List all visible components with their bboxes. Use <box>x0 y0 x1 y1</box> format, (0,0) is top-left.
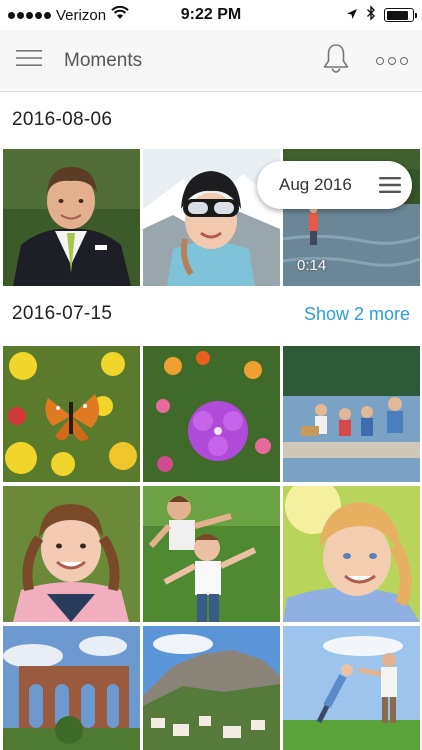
kids-in-grass-image <box>143 486 280 622</box>
photo-thumbnail[interactable] <box>143 626 280 750</box>
more-dots-icon <box>388 56 396 65</box>
photo-thumbnail[interactable] <box>3 149 140 286</box>
status-bar: Verizon 9:22 PM <box>0 0 422 30</box>
scroller-date-label: Aug 2016 <box>279 175 352 194</box>
show-more-link[interactable]: Show 2 more <box>304 304 410 325</box>
photo-thumbnail[interactable] <box>283 626 420 750</box>
photo-thumbnail[interactable] <box>283 346 420 482</box>
bell-icon <box>320 42 352 79</box>
battery-icon <box>384 8 417 22</box>
video-duration: 0:14 <box>297 257 327 274</box>
section-date: 2016-08-06 <box>12 109 113 130</box>
girl-pigtails-image <box>3 486 140 622</box>
photo-thumbnail[interactable] <box>143 486 280 622</box>
butterfly-flowers-image <box>3 346 140 482</box>
more-dots-icon <box>376 56 384 65</box>
photo-thumbnail[interactable] <box>143 346 280 482</box>
signal-strength-icon <box>8 11 51 19</box>
section-header: 2016-07-15 Show 2 more <box>0 286 422 342</box>
photo-grid <box>0 346 422 750</box>
photo-thumbnail[interactable] <box>143 149 280 286</box>
location-arrow-icon <box>346 7 358 24</box>
drag-handle-icon <box>368 176 412 194</box>
notifications-button[interactable] <box>310 30 362 92</box>
section-date: 2016-07-15 <box>12 303 113 324</box>
more-dots-icon <box>400 56 408 65</box>
hamburger-menu-icon <box>16 49 42 72</box>
section-header: 2016-08-06 <box>0 92 422 148</box>
father-lifting-child-image <box>283 626 420 750</box>
photo-thumbnail[interactable] <box>283 486 420 622</box>
family-on-dock-image <box>283 346 420 482</box>
page-title: Moments <box>64 49 143 71</box>
aqueduct-ruins-image <box>3 626 140 750</box>
more-options-button[interactable] <box>362 30 422 92</box>
app-header: Moments <box>0 30 422 92</box>
menu-button[interactable] <box>0 30 58 92</box>
photo-thumbnail[interactable] <box>3 486 140 622</box>
battery-level-fill <box>386 10 408 20</box>
date-scroller-handle[interactable]: Aug 2016 <box>257 161 412 209</box>
purple-flowers-image <box>143 346 280 482</box>
boy-in-suit-image <box>3 149 140 286</box>
photo-thumbnail[interactable] <box>3 626 140 750</box>
status-left: Verizon <box>8 5 158 24</box>
wifi-icon <box>111 5 129 24</box>
status-time: 9:22 PM <box>180 6 242 23</box>
photo-thumbnail[interactable] <box>3 346 140 482</box>
smiling-girl-sunlight-image <box>283 486 420 622</box>
status-right <box>264 5 417 25</box>
coastal-cliffs-image <box>143 626 280 750</box>
screen: Verizon 9:22 PM Moments 2016-08-06 0:14 … <box>0 0 422 750</box>
bluetooth-icon <box>366 5 376 25</box>
carrier-name: Verizon <box>56 6 107 24</box>
girl-ski-goggles-image <box>143 149 280 286</box>
